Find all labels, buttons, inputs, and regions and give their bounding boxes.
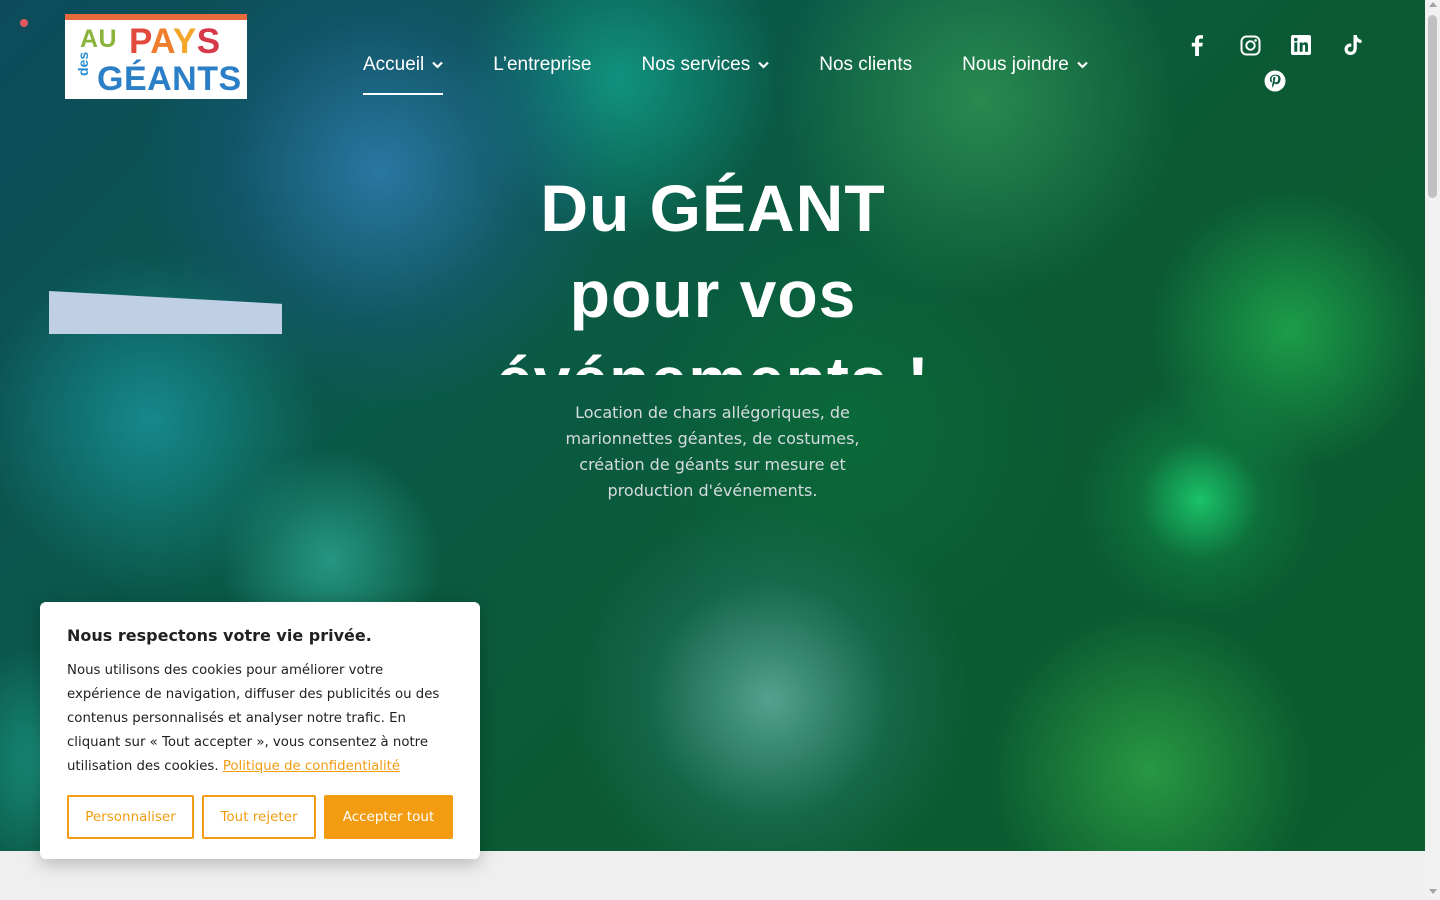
logo-geants-text: GÉANTS xyxy=(97,60,242,98)
nav-item-label: Nos clients xyxy=(819,54,913,75)
privacy-policy-link[interactable]: Politique de confidentialité xyxy=(223,759,400,774)
tiktok-icon[interactable] xyxy=(1340,32,1366,58)
main-nav: Accueil L’entreprise Nos services Nos cl… xyxy=(363,52,1088,95)
linkedin-icon[interactable] xyxy=(1288,32,1314,58)
facebook-icon[interactable] xyxy=(1184,32,1210,58)
reject-all-button[interactable]: Tout rejeter xyxy=(202,795,316,839)
nav-item-accueil[interactable]: Accueil xyxy=(363,52,444,95)
scroll-thumb[interactable] xyxy=(1428,15,1437,198)
nav-item-entreprise[interactable]: L’entreprise xyxy=(493,52,591,78)
scroll-down-arrow-icon[interactable] xyxy=(1429,889,1437,894)
logo-au-text: AU xyxy=(80,25,118,53)
hero-title-line2: pour vos xyxy=(569,257,857,331)
cookie-description: Nous utilisons des cookies pour améliore… xyxy=(67,663,440,774)
nav-item-contact[interactable]: Nous joindre xyxy=(962,52,1088,78)
instagram-icon[interactable] xyxy=(1237,32,1263,58)
cookie-consent-banner: Nous respectons votre vie privée. Nous u… xyxy=(40,602,480,859)
nav-item-label: Nos services xyxy=(641,54,751,75)
nav-item-label: L’entreprise xyxy=(493,54,592,75)
nav-item-label: Nous joindre xyxy=(962,54,1069,75)
customize-button[interactable]: Personnaliser xyxy=(67,795,194,839)
pinterest-icon[interactable] xyxy=(1262,68,1288,94)
nav-item-clients[interactable]: Nos clients xyxy=(819,52,912,78)
cookie-text: Nous utilisons des cookies pour améliore… xyxy=(67,659,453,779)
hero-title: Du GÉANT pour vos événements ! xyxy=(490,165,936,375)
nav-item-services[interactable]: Nos services xyxy=(641,52,770,78)
cookie-title: Nous respectons votre vie privée. xyxy=(67,626,372,645)
chevron-down-icon xyxy=(758,60,770,72)
logo-pays-text: PAYS xyxy=(129,22,221,61)
decorative-banner xyxy=(49,291,282,334)
chevron-down-icon xyxy=(1077,60,1088,72)
logo-des-text: des xyxy=(75,51,91,76)
status-dot xyxy=(20,19,28,27)
site-logo[interactable]: AU PAYS des GÉANTS xyxy=(65,14,247,99)
scroll-up-arrow-icon[interactable] xyxy=(1429,2,1437,7)
page-scrollbar[interactable] xyxy=(1425,0,1440,900)
hero-title-line3: événements ! xyxy=(496,343,930,375)
nav-item-label: Accueil xyxy=(363,54,425,75)
chevron-down-icon xyxy=(432,60,444,72)
hero-title-line1: Du GÉANT xyxy=(540,171,886,245)
hero-subtitle: Location de chars allégoriques, de mario… xyxy=(565,403,860,500)
cookie-actions: Personnaliser Tout rejeter Accepter tout xyxy=(67,795,453,839)
accept-all-button[interactable]: Accepter tout xyxy=(324,795,453,839)
